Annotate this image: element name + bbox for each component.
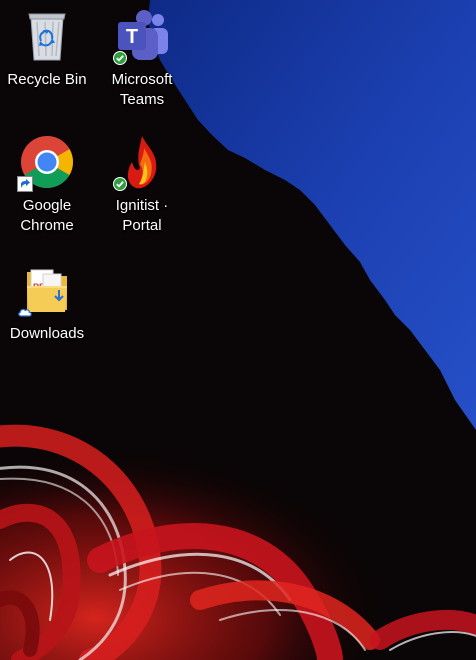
- desktop[interactable]: Recycle Bin T Microsoft Teams Google Chr…: [0, 0, 476, 660]
- desktop-icon-label: Recycle Bin: [7, 71, 87, 88]
- desktop-icon-google-chrome[interactable]: Google Chrome: [2, 134, 92, 236]
- cloud-badge-icon: [18, 308, 32, 317]
- sync-ok-badge-icon: [113, 51, 127, 65]
- desktop-icon-label: Downloads: [9, 325, 85, 342]
- svg-text:T: T: [126, 26, 138, 48]
- desktop-icon-label: Ignitist · Portal: [115, 197, 169, 234]
- sync-ok-badge-icon: [113, 177, 127, 191]
- desktop-icon-label: Microsoft Teams: [111, 71, 173, 108]
- desktop-icon-downloads[interactable]: PDF Downloads: [2, 262, 92, 344]
- desktop-icon-ignitist-portal[interactable]: Ignitist · Portal: [97, 134, 187, 236]
- desktop-icon-label: Google Chrome: [20, 197, 74, 234]
- desktop-icon-recycle-bin[interactable]: Recycle Bin: [2, 8, 92, 90]
- recycle-bin-icon: [28, 13, 66, 61]
- shortcut-arrow-icon: [17, 176, 33, 192]
- desktop-icon-microsoft-teams[interactable]: T Microsoft Teams: [97, 8, 187, 110]
